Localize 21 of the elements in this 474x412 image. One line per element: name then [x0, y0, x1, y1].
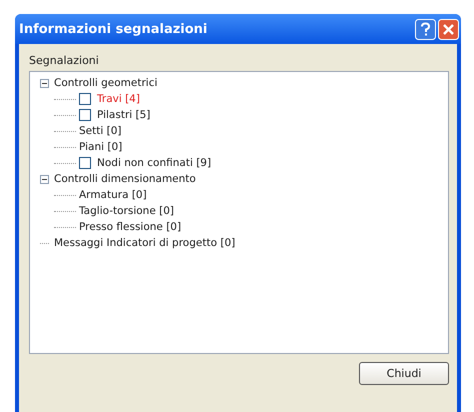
help-icon[interactable]: [415, 18, 436, 40]
tree-item[interactable]: Piani [0]: [79, 141, 122, 153]
tree-item[interactable]: Messaggi Indicatori di progetto [0]: [54, 237, 236, 249]
close-button[interactable]: Chiudi: [359, 362, 449, 385]
tree-item[interactable]: Travi [4]: [97, 93, 140, 105]
tree-item[interactable]: Taglio-torsione [0]: [79, 205, 174, 217]
tree-item[interactable]: Controlli dimensionamento: [54, 173, 196, 185]
tree-item[interactable]: Setti [0]: [79, 125, 122, 137]
tree-item[interactable]: Presso flessione [0]: [79, 221, 182, 233]
tree-item[interactable]: Controlli geometrici: [54, 77, 158, 89]
group-label: Segnalazioni: [29, 54, 99, 67]
checkbox[interactable]: [79, 109, 91, 121]
tree-item[interactable]: Pilastri [5]: [97, 109, 150, 121]
checkbox[interactable]: [79, 157, 91, 169]
collapse-icon[interactable]: [40, 78, 49, 88]
tree-item[interactable]: Nodi non confinati [9]: [97, 157, 212, 169]
close-icon[interactable]: [438, 18, 459, 40]
tree-item[interactable]: Armatura [0]: [79, 189, 147, 201]
checkbox[interactable]: [79, 93, 91, 105]
window-title: Informazioni segnalazioni: [19, 22, 208, 36]
collapse-icon[interactable]: [40, 174, 49, 184]
